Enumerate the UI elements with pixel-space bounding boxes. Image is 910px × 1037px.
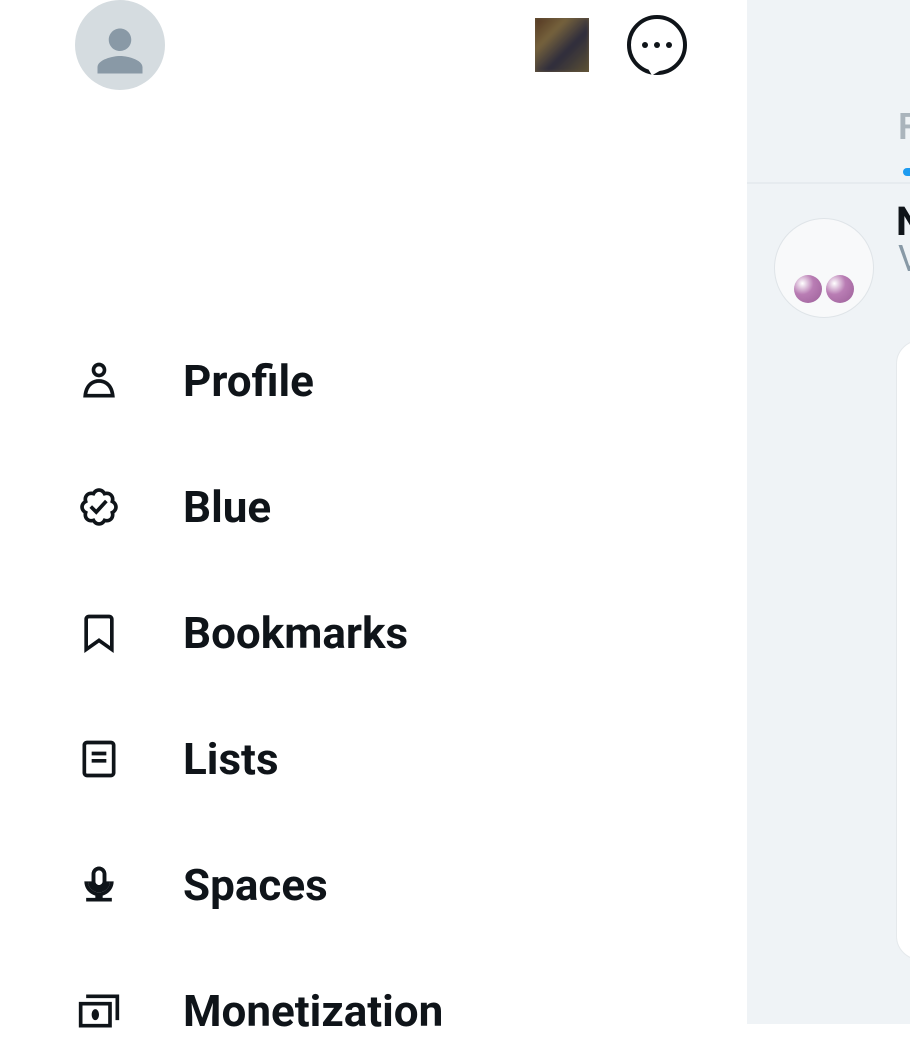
nav-label: Blue xyxy=(183,481,271,533)
profile-avatar[interactable] xyxy=(75,0,165,90)
divider xyxy=(747,182,910,184)
timeline-panel xyxy=(747,0,910,1024)
avatar-eye-icon xyxy=(794,275,822,303)
partial-text: V xyxy=(898,238,910,280)
content-card-partial xyxy=(896,340,910,960)
lists-icon xyxy=(75,735,123,783)
verified-badge-icon xyxy=(75,483,123,531)
monetization-icon xyxy=(75,987,123,1035)
person-icon xyxy=(90,21,150,81)
tab-indicator xyxy=(903,168,910,176)
nav-label: Bookmarks xyxy=(183,607,408,659)
bookmark-icon xyxy=(75,609,123,657)
dot-icon xyxy=(666,42,672,48)
nav-label: Monetization xyxy=(183,985,443,1037)
tweet-avatar[interactable] xyxy=(774,218,874,318)
nav-item-profile[interactable]: Profile xyxy=(75,355,443,407)
navigation-drawer: Profile Blue Bookmarks Lists xyxy=(0,0,747,1024)
nav-item-lists[interactable]: Lists xyxy=(75,733,443,785)
nav-item-spaces[interactable]: Spaces xyxy=(75,859,443,911)
spaces-icon xyxy=(75,861,123,909)
nav-item-blue[interactable]: Blue xyxy=(75,481,443,533)
drawer-header xyxy=(75,0,687,90)
nav-list: Profile Blue Bookmarks Lists xyxy=(75,355,443,1037)
nav-label: Profile xyxy=(183,355,314,407)
dot-icon xyxy=(654,42,660,48)
more-accounts-button[interactable] xyxy=(627,15,687,75)
profile-icon xyxy=(75,357,123,405)
nav-item-monetization[interactable]: Monetization xyxy=(75,985,443,1037)
account-thumbnail[interactable] xyxy=(535,18,589,72)
dot-icon xyxy=(642,42,648,48)
avatar-eye-icon xyxy=(826,275,854,303)
header-actions xyxy=(535,15,687,75)
nav-label: Spaces xyxy=(183,859,328,911)
partial-text: F xyxy=(898,106,910,148)
nav-label: Lists xyxy=(183,733,279,785)
nav-item-bookmarks[interactable]: Bookmarks xyxy=(75,607,443,659)
